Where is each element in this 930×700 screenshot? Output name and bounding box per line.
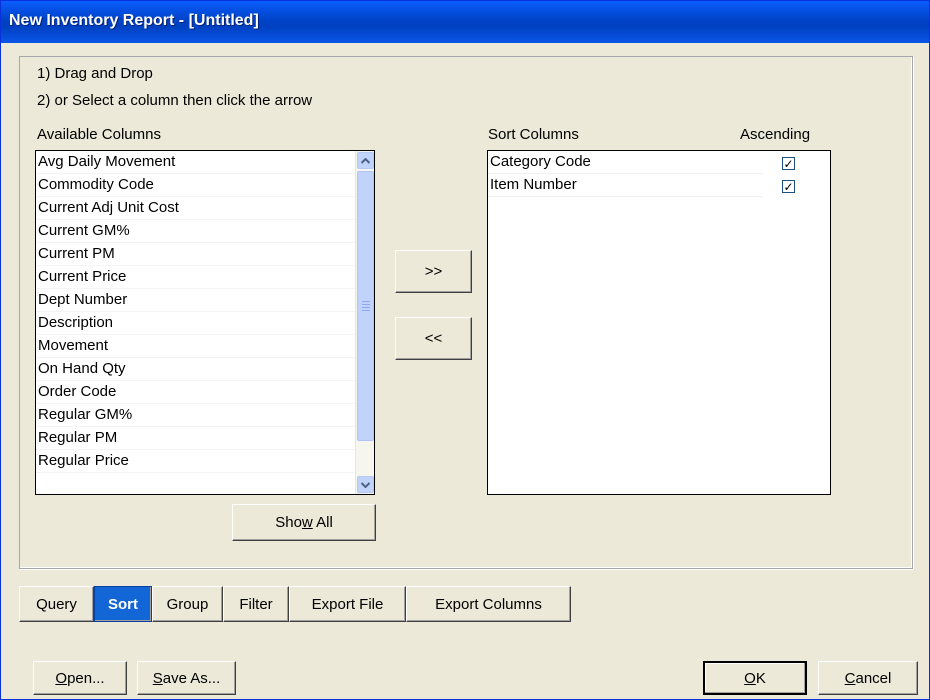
show-all-accel: w [301,514,313,531]
grip-line [362,310,370,311]
sort-columns-list[interactable]: Category Code Item Number ✓ ✓ [487,150,831,495]
grip-line [362,304,370,305]
available-columns-list[interactable]: Avg Daily Movement Commodity Code Curren… [35,150,375,495]
list-item[interactable]: Movement [36,335,374,358]
ok-label: K [755,669,766,687]
list-item[interactable]: Current Adj Unit Cost [36,197,374,220]
cancel-label: ancel [855,669,892,687]
sort-column-item[interactable]: Category Code [488,151,763,174]
list-item[interactable]: Current PM [36,243,374,266]
open-button[interactable]: Open... [33,661,127,695]
show-all-label-suffix: All [312,514,333,531]
list-item[interactable]: Description [36,312,374,335]
list-item[interactable]: Regular PM [36,427,374,450]
tab-sort[interactable]: Sort [94,586,152,622]
list-item[interactable]: Current Price [36,266,374,289]
add-arrow-label: >> [424,263,443,280]
chevron-up-icon [361,157,370,164]
scroll-down-button[interactable] [357,476,374,493]
show-all-label-prefix: Sho [275,514,302,531]
chevron-down-icon [361,481,370,488]
list-item[interactable]: Order Code [36,381,374,404]
grip-line [362,307,370,308]
open-label: pen... [67,669,105,687]
list-item[interactable]: Commodity Code [36,174,374,197]
remove-column-button[interactable]: << [395,317,472,360]
ascending-label: Ascending [740,126,811,143]
instruction-line-2: 2) or Select a column then click the arr… [37,92,313,109]
sort-column-item[interactable]: Item Number [488,174,763,197]
list-item[interactable]: Regular GM% [36,404,374,427]
remove-arrow-label: << [424,330,443,347]
dialog-window: New Inventory Report - [Untitled] 1) Dra… [0,0,930,700]
check-icon: ✓ [783,156,794,171]
save-as-label: ave As... [162,669,221,687]
list-item[interactable]: Dept Number [36,289,374,312]
instruction-line-1: 1) Drag and Drop [37,65,153,82]
list-item[interactable]: Regular Price [36,450,374,473]
scroll-up-button[interactable] [357,152,374,169]
window-title: New Inventory Report - [Untitled] [9,12,259,29]
ok-button[interactable]: OK [703,661,807,695]
cancel-button[interactable]: Cancel [818,661,918,695]
tab-group[interactable]: Group [152,586,223,622]
cancel-accel: C [844,669,856,687]
available-items: Avg Daily Movement Commodity Code Curren… [36,151,374,473]
ascending-checkbox[interactable]: ✓ [782,180,795,193]
sort-columns-label: Sort Columns [488,126,579,143]
available-columns-label: Available Columns [37,126,161,143]
list-item[interactable]: Avg Daily Movement [36,151,374,174]
vertical-scrollbar[interactable] [355,151,374,494]
show-all-button[interactable]: Sho w All [232,504,376,541]
check-icon: ✓ [783,179,794,194]
tab-export-columns[interactable]: Export Columns [406,586,571,622]
open-accel: O [55,669,68,687]
tab-query[interactable]: Query [19,586,94,622]
list-item[interactable]: Current GM% [36,220,374,243]
add-column-button[interactable]: >> [395,250,472,293]
ok-accel: O [744,669,756,687]
tab-export-file[interactable]: Export File [289,586,406,622]
ascending-checkbox[interactable]: ✓ [782,157,795,170]
tab-filter[interactable]: Filter [223,586,289,622]
save-as-button[interactable]: Save As... [137,661,236,695]
scroll-thumb[interactable] [357,171,374,441]
title-bar[interactable]: New Inventory Report - [Untitled] [1,1,929,43]
list-item[interactable]: On Hand Qty [36,358,374,381]
grip-line [362,301,370,302]
save-as-accel: S [152,669,163,687]
